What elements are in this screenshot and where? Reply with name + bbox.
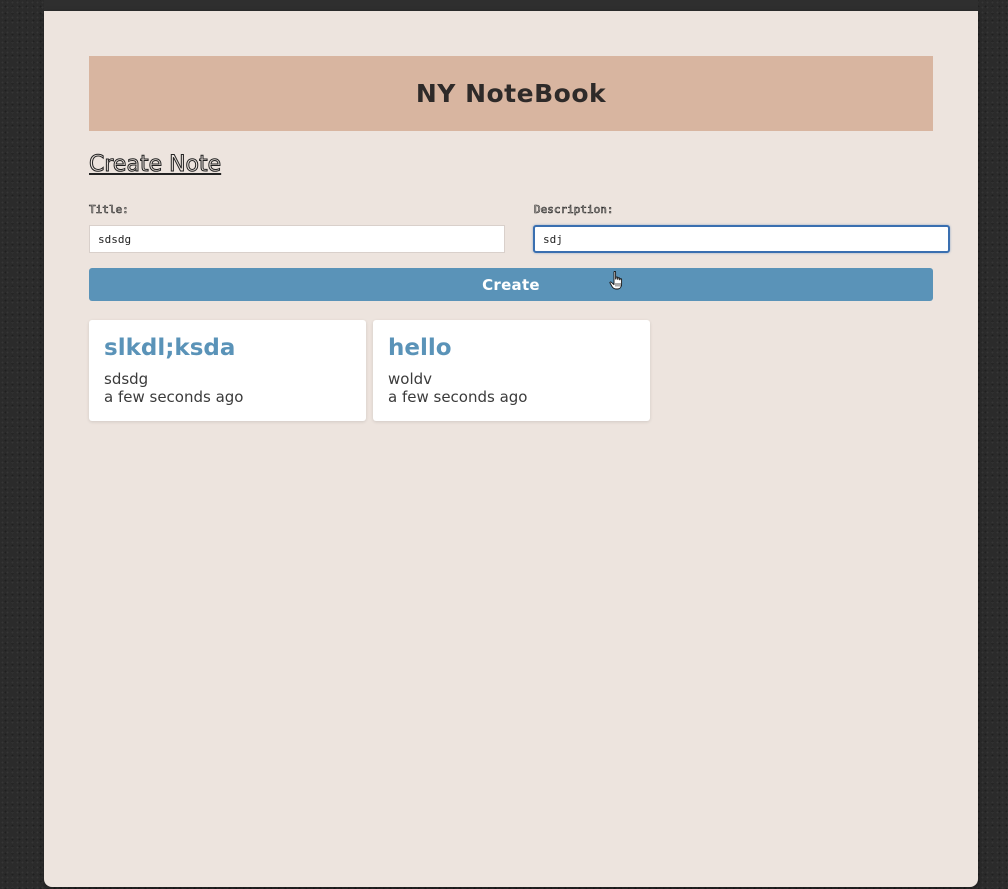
window-top-bar [44, 0, 978, 11]
create-button[interactable]: Create [89, 268, 933, 301]
note-timestamp: a few seconds ago [104, 388, 244, 406]
note-description: sdsdg [104, 370, 149, 388]
notes-list: slkdl;ksda sdsdg a few seconds ago hello… [89, 320, 933, 422]
note-timestamp: a few seconds ago [388, 388, 528, 406]
description-label: Description: [534, 203, 614, 217]
app-header: NY NoteBook [89, 56, 933, 131]
title-input[interactable] [89, 225, 505, 253]
notebook-page: NY NoteBook Create Note Title: Descripti… [44, 11, 978, 887]
pointer-hand-icon [609, 271, 623, 290]
note-title: slkdl;ksda [104, 335, 236, 361]
description-input[interactable] [533, 225, 950, 253]
note-title: hello [388, 335, 452, 361]
note-card[interactable]: slkdl;ksda sdsdg a few seconds ago [89, 320, 366, 421]
app-title: NY NoteBook [415, 79, 607, 108]
note-description: woldv [388, 370, 433, 388]
create-note-heading: Create Note [88, 152, 222, 178]
note-card[interactable]: hello woldv a few seconds ago [373, 320, 650, 421]
title-label: Title: [89, 203, 129, 217]
